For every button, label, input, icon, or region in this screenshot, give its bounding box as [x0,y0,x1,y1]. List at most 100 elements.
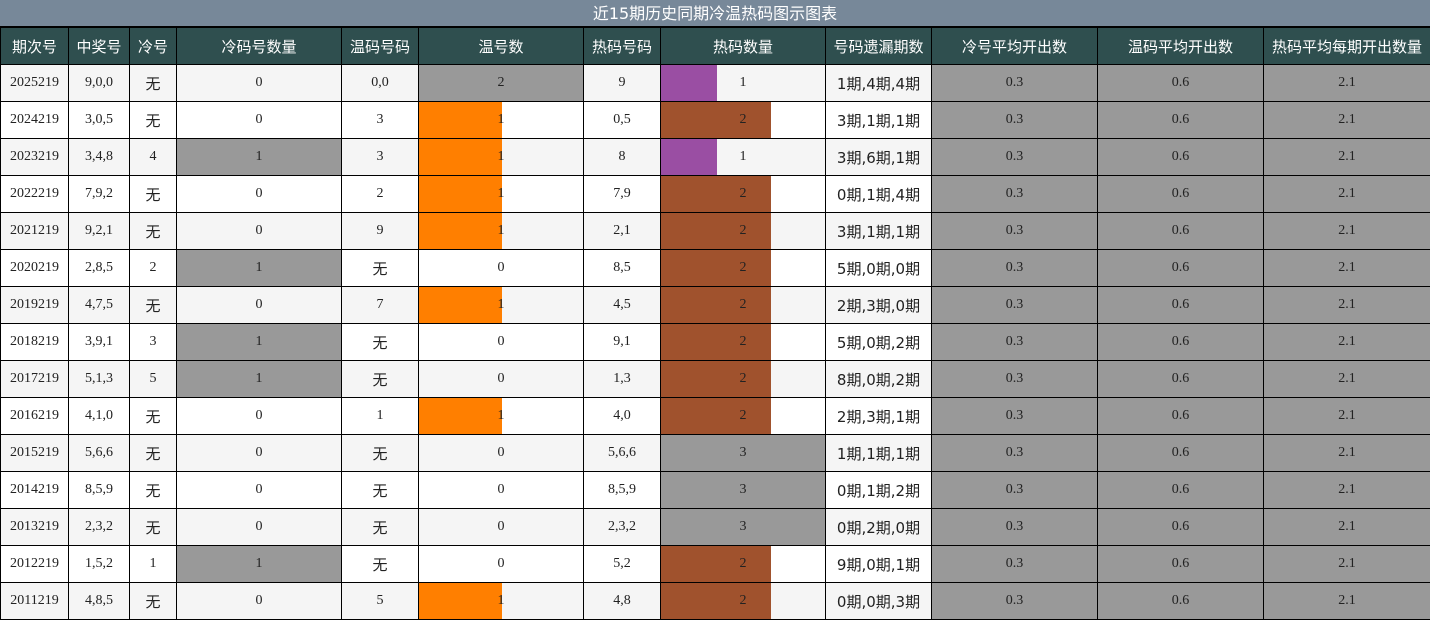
cell-avg-hot: 2.1 [1263,508,1430,546]
table-row: 2017219 5,1,3 5 1 无 0 1,3 2 8期,0期,2期 0.3 0.6 2.1 [0,360,1430,398]
cell-issue: 2019219 [0,286,69,324]
cell-avg-warm: 0.6 [1097,64,1264,102]
warm-count-value: 1 [497,593,505,608]
cell-hot-nums: 9 [583,64,661,102]
table-row: 2025219 9,0,0 无 0 0,0 2 9 1 1期,4期,4期 0.3 0.6 2.1 [0,64,1430,102]
cell-cold: 1 [129,545,177,583]
cell-avg-cold: 0.3 [931,64,1098,102]
cell-warm-nums: 3 [341,138,419,176]
cell-cold: 3 [129,323,177,361]
table-row: 2019219 4,7,5 无 0 7 1 4,5 2 2期,3期,0期 0.3 0.6 2.1 [0,286,1430,324]
warm-count-value: 0 [497,445,505,460]
cell-cold: 无 [129,508,177,546]
cell-hot-count: 2 [660,101,826,139]
warm-count-value: 0 [497,556,505,571]
cell-avg-cold: 0.3 [931,249,1098,287]
cell-cold: 2 [129,249,177,287]
cell-draw: 2,3,2 [68,508,130,546]
cell-miss: 3期,1期,1期 [825,212,932,250]
table-row: 2014219 8,5,9 无 0 无 0 8,5,9 3 0期,1期,2期 0.3 0.6 2.1 [0,471,1430,509]
cell-issue: 2013219 [0,508,69,546]
cell-issue: 2023219 [0,138,69,176]
cell-miss: 0期,1期,4期 [825,175,932,213]
table-row: 2023219 3,4,8 4 1 3 1 8 1 3期,6期,1期 0.3 0.6 2.1 [0,138,1430,176]
table-row: 2012219 1,5,2 1 1 无 0 5,2 2 9期,0期,1期 0.3 0.6 2.1 [0,545,1430,583]
cell-avg-cold: 0.3 [931,397,1098,435]
cell-miss: 0期,0期,3期 [825,582,932,620]
hot-count-value: 2 [739,556,747,571]
hot-count-bar [661,361,771,397]
cell-cold: 无 [129,101,177,139]
cell-hot-count: 2 [660,397,826,435]
warm-count-value: 1 [497,408,505,423]
cell-draw: 8,5,9 [68,471,130,509]
hot-count-value: 2 [739,334,747,349]
cell-issue: 2020219 [0,249,69,287]
header-issue: 期次号 [0,27,69,65]
cell-hot-count: 2 [660,286,826,324]
cell-issue: 2024219 [0,101,69,139]
cell-hot-nums: 0,5 [583,101,661,139]
hot-count-value: 1 [739,75,747,90]
cell-warm-nums: 无 [341,471,419,509]
cell-hot-count: 3 [660,508,826,546]
cell-avg-warm: 0.6 [1097,175,1264,213]
cell-cold: 无 [129,212,177,250]
cell-hot-count: 2 [660,545,826,583]
cell-warm-count: 2 [418,64,584,102]
cell-avg-hot: 2.1 [1263,175,1430,213]
cell-warm-nums: 5 [341,582,419,620]
cell-avg-cold: 0.3 [931,434,1098,472]
hot-count-bar [661,546,771,582]
header-avg-warm: 温码平均开出数 [1097,27,1264,65]
cell-draw: 1,5,2 [68,545,130,583]
cell-issue: 2022219 [0,175,69,213]
warm-count-value: 0 [497,482,505,497]
hot-count-value: 3 [739,445,747,460]
hot-count-value: 2 [739,223,747,238]
warm-count-bar [419,583,502,619]
cell-issue: 2011219 [0,582,69,620]
cell-warm-count: 0 [418,471,584,509]
cell-avg-warm: 0.6 [1097,545,1264,583]
cell-draw: 9,2,1 [68,212,130,250]
cell-cold-count: 0 [176,175,342,213]
table-row: 2013219 2,3,2 无 0 无 0 2,3,2 3 0期,2期,0期 0.3 0.6 2.1 [0,508,1430,546]
table-row: 2020219 2,8,5 2 1 无 0 8,5 2 5期,0期,0期 0.3 0.6 2.1 [0,249,1430,287]
cell-avg-hot: 2.1 [1263,64,1430,102]
header-cold-count: 冷码号数量 [176,27,342,65]
cell-hot-nums: 9,1 [583,323,661,361]
cell-draw: 3,4,8 [68,138,130,176]
table-row: 2018219 3,9,1 3 1 无 0 9,1 2 5期,0期,2期 0.3 0.6 2.1 [0,323,1430,361]
cell-avg-warm: 0.6 [1097,508,1264,546]
cell-warm-count: 0 [418,360,584,398]
hot-count-bar [661,139,717,175]
cell-warm-count: 0 [418,323,584,361]
header-miss: 号码遗漏期数 [825,27,932,65]
cell-cold: 5 [129,360,177,398]
cell-avg-hot: 2.1 [1263,138,1430,176]
hot-count-bar [661,176,771,212]
hot-count-bar [661,398,771,434]
cell-draw: 9,0,0 [68,64,130,102]
cell-warm-nums: 无 [341,323,419,361]
cell-avg-cold: 0.3 [931,508,1098,546]
cell-avg-hot: 2.1 [1263,434,1430,472]
cell-hot-count: 2 [660,323,826,361]
cell-avg-warm: 0.6 [1097,582,1264,620]
cell-hot-nums: 5,6,6 [583,434,661,472]
cell-warm-count: 0 [418,249,584,287]
cell-warm-nums: 0,0 [341,64,419,102]
cell-draw: 4,7,5 [68,286,130,324]
hot-count-value: 2 [739,186,747,201]
cell-miss: 3期,6期,1期 [825,138,932,176]
cell-avg-warm: 0.6 [1097,471,1264,509]
cell-avg-hot: 2.1 [1263,101,1430,139]
cell-hot-count: 2 [660,360,826,398]
table-row: 2016219 4,1,0 无 0 1 1 4,0 2 2期,3期,1期 0.3 0.6 2.1 [0,397,1430,435]
hot-count-value: 1 [739,149,747,164]
cell-avg-hot: 2.1 [1263,471,1430,509]
cell-issue: 2015219 [0,434,69,472]
hot-count-bar [661,583,771,619]
hot-count-value: 2 [739,593,747,608]
